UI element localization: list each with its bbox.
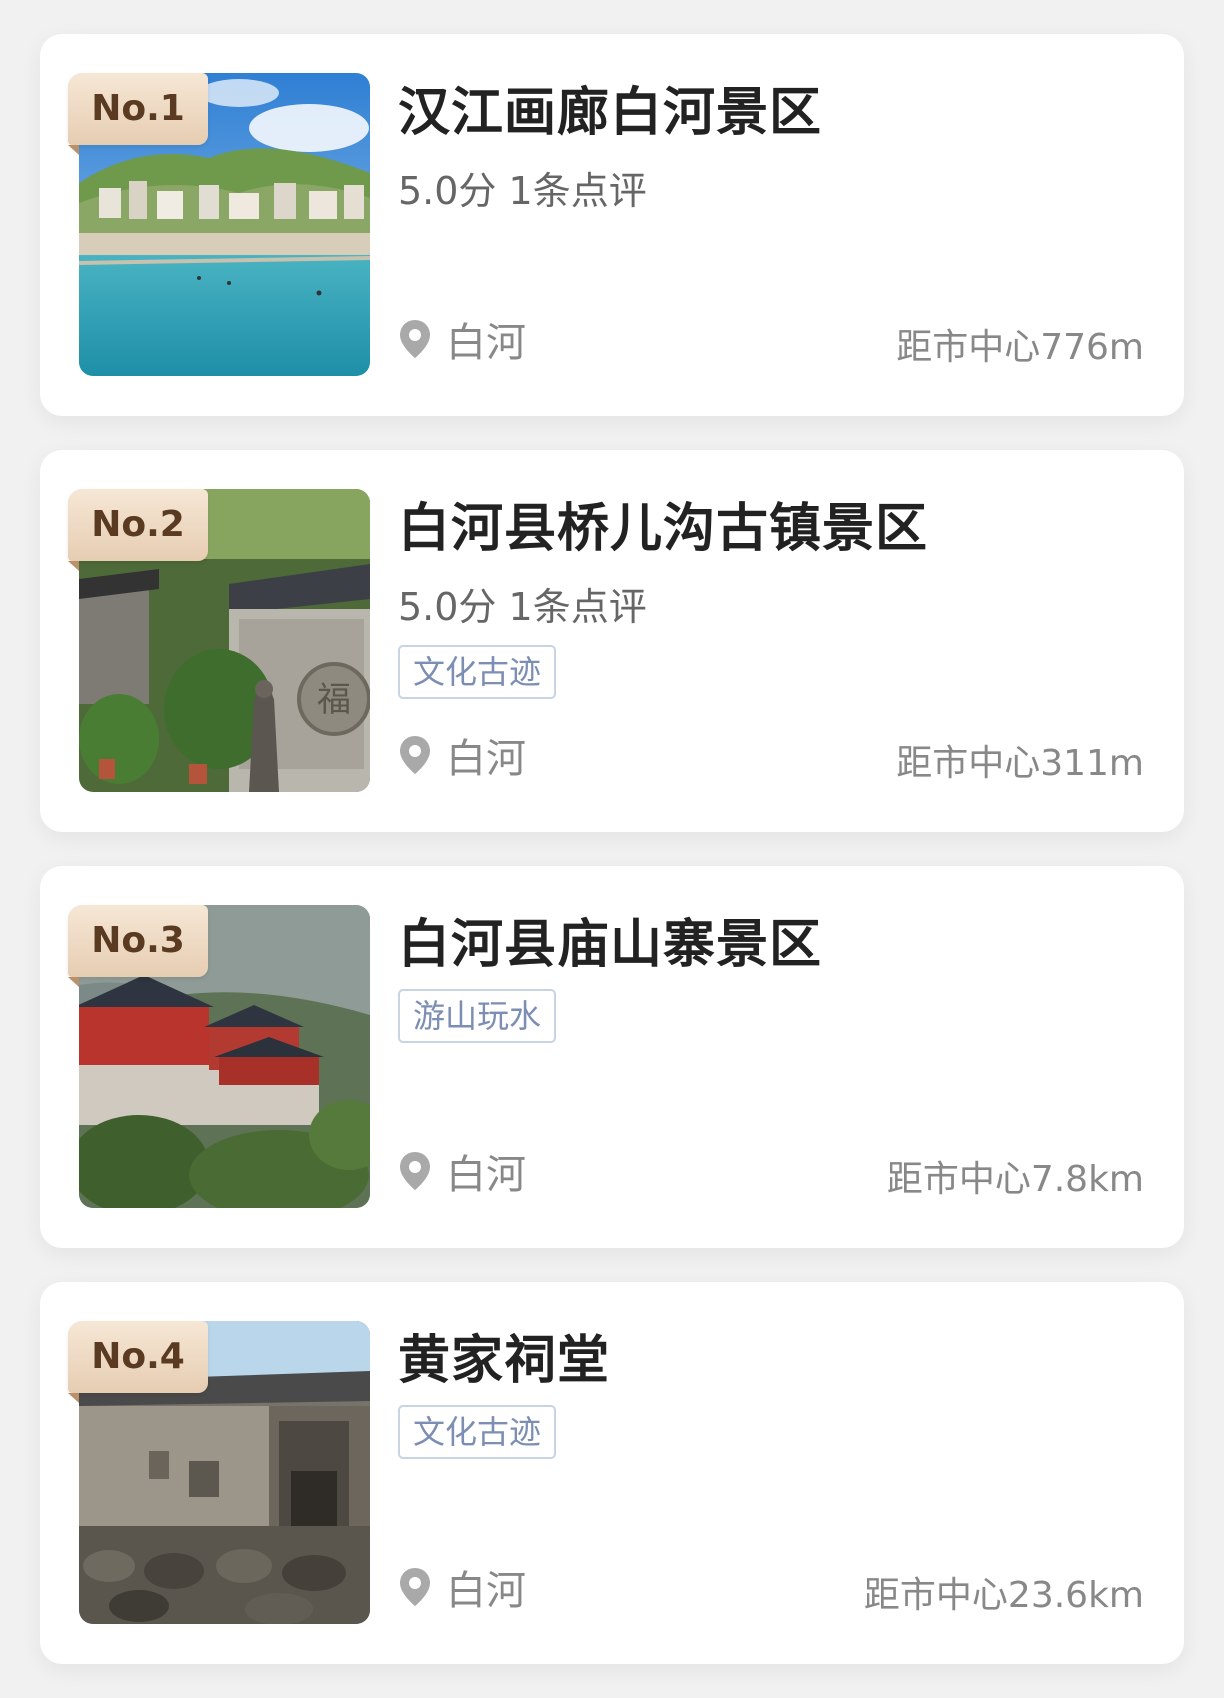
svg-text:福: 福 — [317, 680, 351, 720]
location: 白河 — [398, 1562, 526, 1614]
category-tag: 文化古迹 — [398, 645, 557, 699]
attraction-list: No.1 汉江画廊白河景区 5.0分 1条点评 白河 距市中心776m 福 No… — [40, 34, 1184, 1698]
distance-text: 距市中心23.6km — [863, 1575, 1144, 1616]
location: 白河 — [398, 314, 526, 366]
attraction-title[interactable]: 汉江画廊白河景区 — [398, 70, 822, 145]
attraction-card[interactable]: 福 No.2 白河县桥儿沟古镇景区 5.0分 1条点评 文化古迹 白河 距市中心… — [40, 450, 1184, 832]
category-tag: 游山玩水 — [398, 989, 557, 1043]
location-text: 白河 — [446, 1152, 526, 1198]
location-text: 白河 — [446, 736, 526, 782]
rank-badge: No.1 — [68, 73, 208, 155]
attraction-title[interactable]: 白河县庙山寨景区 — [398, 902, 822, 977]
location-pin-icon — [400, 320, 430, 358]
rank-badge: No.2 — [68, 489, 208, 571]
attraction-title[interactable]: 白河县桥儿沟古镇景区 — [398, 486, 928, 561]
rating-text: 5.0分 1条点评 — [398, 585, 647, 629]
attraction-title[interactable]: 黄家祠堂 — [398, 1318, 610, 1393]
distance-text: 距市中心776m — [896, 327, 1144, 368]
rank-badge: No.4 — [68, 1321, 208, 1403]
location-pin-icon — [400, 736, 430, 774]
distance-text: 距市中心7.8km — [886, 1159, 1144, 1200]
rank-badge: No.3 — [68, 905, 208, 987]
category-tag: 文化古迹 — [398, 1405, 557, 1459]
attraction-card[interactable]: No.4 黄家祠堂 文化古迹 白河 距市中心23.6km — [40, 1282, 1184, 1664]
location-pin-icon — [400, 1152, 430, 1190]
location-text: 白河 — [446, 320, 526, 366]
location: 白河 — [398, 730, 526, 782]
distance-text: 距市中心311m — [896, 743, 1144, 784]
rating-text: 5.0分 1条点评 — [398, 169, 647, 213]
location-text: 白河 — [446, 1568, 526, 1614]
location-pin-icon — [400, 1568, 430, 1606]
attraction-card[interactable]: No.1 汉江画廊白河景区 5.0分 1条点评 白河 距市中心776m — [40, 34, 1184, 416]
location: 白河 — [398, 1146, 526, 1198]
attraction-card[interactable]: No.3 白河县庙山寨景区 游山玩水 白河 距市中心7.8km — [40, 866, 1184, 1248]
